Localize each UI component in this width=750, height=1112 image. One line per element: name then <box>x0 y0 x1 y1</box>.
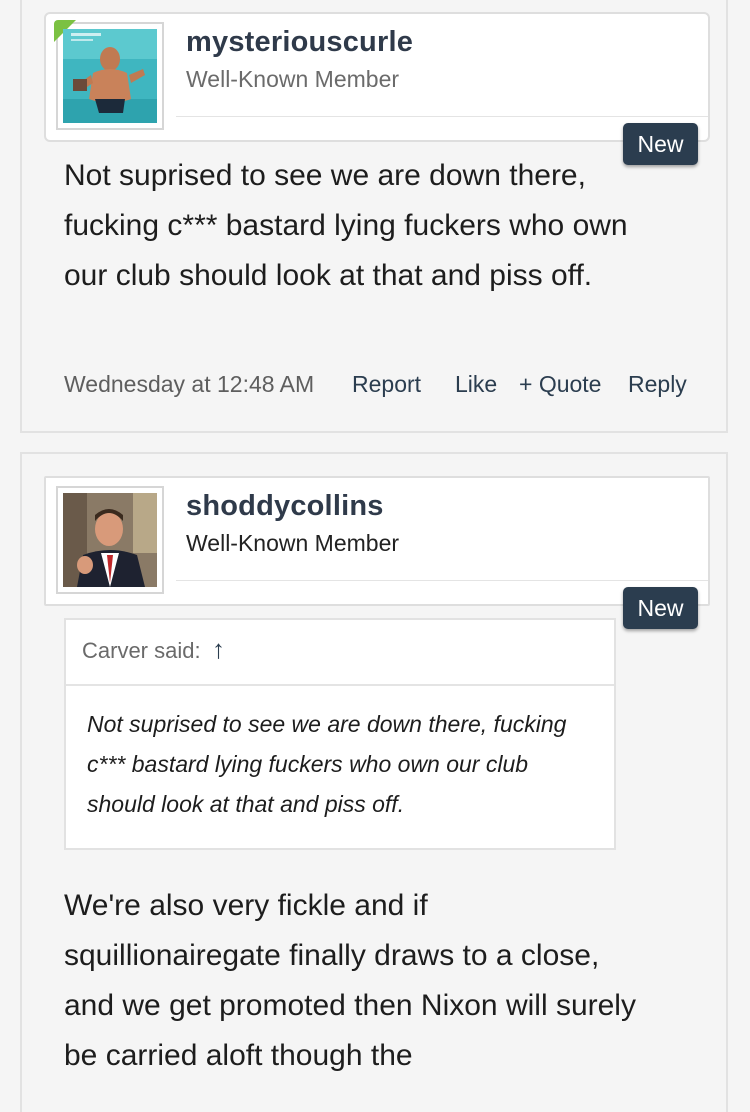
arrow-up-icon[interactable]: ↑ <box>212 634 225 665</box>
user-title: Well-Known Member <box>186 530 400 556</box>
user-info: mysteriouscurle Well-Known Member <box>176 24 708 117</box>
user-title: Well-Known Member <box>186 66 400 92</box>
report-link[interactable]: Report <box>352 371 421 398</box>
post-footer: Wednesday at 12:48 AM Report Like + Quot… <box>64 371 714 407</box>
post: mysteriouscurle Well-Known Member New No… <box>20 0 728 433</box>
username[interactable]: mysteriouscurle <box>186 26 413 59</box>
avatar[interactable] <box>56 486 164 594</box>
quote-link[interactable]: + Quote <box>519 371 601 398</box>
post-message: Not suprised to see we are down there, f… <box>64 159 628 292</box>
user-info: shoddycollins Well-Known Member <box>176 488 708 581</box>
avatar-image <box>63 493 157 587</box>
new-badge: New <box>623 587 698 629</box>
username[interactable]: shoddycollins <box>186 490 384 523</box>
quote-header: Carver said: ↑ <box>66 620 614 686</box>
user-bar: mysteriouscurle Well-Known Member <box>44 12 710 142</box>
post-date[interactable]: Wednesday at 12:48 AM <box>64 371 314 398</box>
user-bar: shoddycollins Well-Known Member <box>44 476 710 606</box>
post: shoddycollins Well-Known Member New Carv… <box>20 452 728 1112</box>
quote-text: Not suprised to see we are down there, f… <box>87 711 567 817</box>
post-message: We're also very fickle and if squilliona… <box>64 889 636 1072</box>
reply-link[interactable]: Reply <box>628 371 687 398</box>
quote-author[interactable]: Carver said: <box>82 638 201 664</box>
avatar[interactable] <box>54 20 164 130</box>
quote-block: Carver said: ↑ Not suprised to see we ar… <box>64 618 616 850</box>
avatar-image <box>63 29 157 123</box>
like-link[interactable]: Like <box>455 371 497 398</box>
